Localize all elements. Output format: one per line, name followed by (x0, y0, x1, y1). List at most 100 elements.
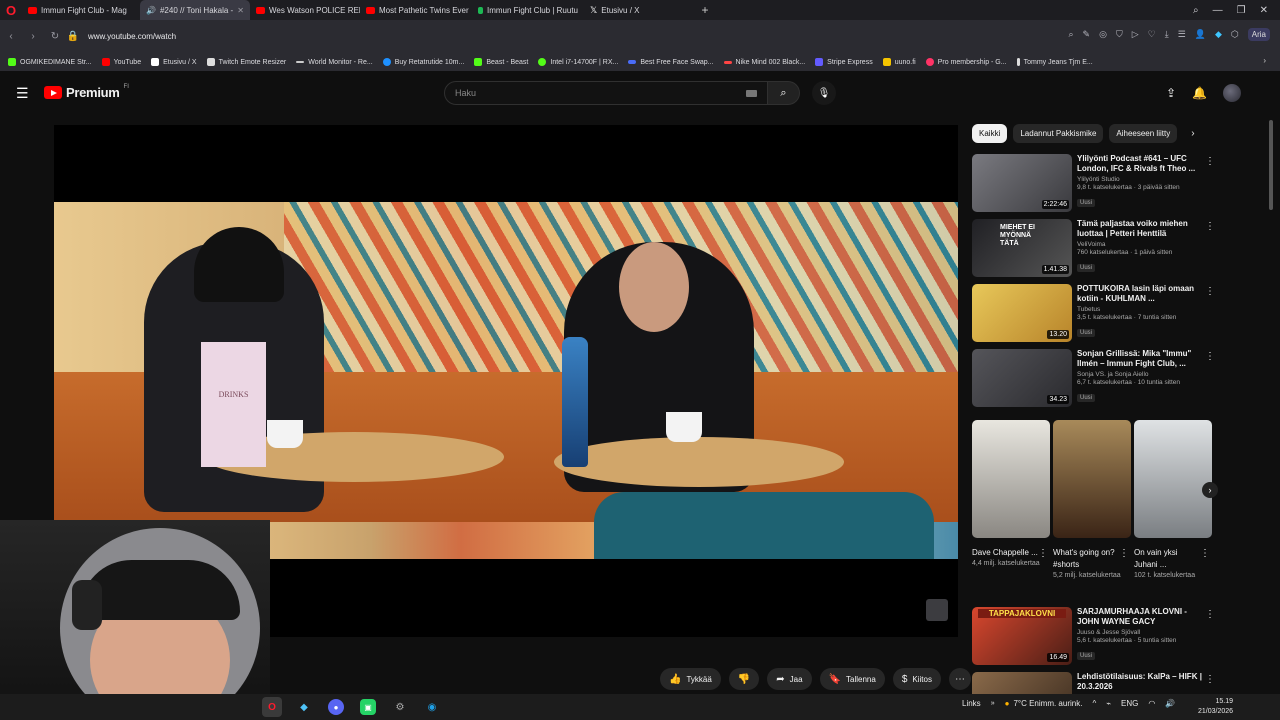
channel-watermark[interactable] (926, 599, 948, 621)
short-item[interactable]: On vain yksi Juhani ... 102 t. katseluke… (1134, 420, 1212, 581)
whatsapp-taskbar-icon[interactable]: ▣ (358, 697, 378, 717)
channel-name[interactable]: Tubetus (1077, 306, 1205, 313)
kebab-menu-icon[interactable]: ⋮ (1205, 351, 1215, 362)
video-thumbnail[interactable]: 34.23 (972, 349, 1072, 407)
more-actions-button[interactable]: ⋯ (948, 668, 971, 690)
bookmark-item[interactable]: Nike Mind 002 Black... (723, 59, 805, 66)
video-title[interactable]: POTTUKOIRA lasin läpi omaan kotiin - KUH… (1077, 284, 1205, 304)
bookmark-item[interactable]: Tommy Jeans Tjm E... (1016, 58, 1093, 66)
browser-tab[interactable]: Immun Fight Club - Mag (22, 0, 140, 20)
kebab-menu-icon[interactable]: ⋮ (1119, 548, 1129, 559)
profile-icon[interactable]: 👤 (1195, 29, 1206, 40)
menu-icon[interactable]: ☰ (16, 85, 29, 102)
discord-taskbar-icon[interactable]: ● (326, 697, 346, 717)
edge-taskbar-icon[interactable]: ◉ (422, 697, 442, 717)
network-icon[interactable]: ⌁ (1106, 699, 1111, 708)
video-title[interactable]: SARJAMURHAAJA KLOVNI - JOHN WAYNE GACY (1077, 607, 1205, 627)
chip-uploader[interactable]: Ladannut Pakkismike (1013, 124, 1104, 143)
back-button[interactable]: ‹ (0, 31, 22, 42)
video-thumbnail[interactable]: TAPPAJAKLOVNI 16.49 (972, 607, 1072, 665)
bookmark-item[interactable]: Etusivu / X (151, 58, 197, 66)
channel-name[interactable]: Juuso & Jesse Sjövall (1077, 629, 1205, 636)
bookmark-item[interactable]: Stripe Express (815, 58, 873, 66)
forward-button[interactable]: › (22, 31, 44, 42)
save-button[interactable]: 🔖 Tallenna (819, 668, 885, 690)
kebab-menu-icon[interactable]: ⋮ (1205, 609, 1215, 620)
notifications-bell-icon[interactable]: 🔔 (1192, 86, 1207, 100)
language-indicator[interactable]: ENG (1121, 699, 1138, 708)
avatar[interactable] (1223, 84, 1242, 102)
dislike-button[interactable]: 👎 (728, 668, 760, 690)
recommendation-item[interactable]: 34.23 Sonjan Grillissä: Mika "Immu" Ilmé… (972, 349, 1217, 407)
list-icon[interactable]: ☰ (1178, 29, 1186, 40)
kebab-menu-icon[interactable]: ⋮ (1205, 221, 1215, 232)
video-thumbnail[interactable]: MIEHET EI MYÖNNÄ TÄTÄ 1.41.38 (972, 219, 1072, 277)
video-title[interactable]: Lehdistötilaisuus: KalPa – HIFK | 20.3.2… (1077, 672, 1205, 692)
channel-name[interactable]: Sonja VS. ja Sonja Aiello (1077, 371, 1205, 378)
url-field[interactable]: www.youtube.com/watch (88, 32, 176, 41)
volume-icon[interactable]: 🔊 (1165, 699, 1175, 708)
kebab-menu-icon[interactable]: ⋮ (1038, 548, 1048, 559)
bookmark-item[interactable]: Beast - Beast (474, 58, 528, 66)
short-title[interactable]: What's going on? #shorts (1053, 547, 1121, 571)
links-label[interactable]: Links (962, 699, 981, 708)
bookmark-item[interactable]: Twitch Emote Resizer (206, 58, 286, 66)
minimize-button[interactable]: — (1213, 5, 1223, 16)
browser-tab-active[interactable]: 🔊 #240 // Toni Hakala - ✕ (140, 0, 250, 20)
weather-widget[interactable]: ● 7°C Enimm. aurink. (1005, 699, 1083, 708)
recommendation-item[interactable]: 2:22:46 Ylilyönti Podcast #641 – UFC Lon… (972, 154, 1217, 212)
heart-icon[interactable]: ♡ (1148, 29, 1156, 40)
app-taskbar-icon[interactable]: ◆ (294, 697, 314, 717)
kebab-menu-icon[interactable]: ⋮ (1205, 286, 1215, 297)
channel-name[interactable]: VeliVoima (1077, 241, 1205, 248)
wifi-icon[interactable]: ◠ (1148, 699, 1155, 708)
bookmark-item[interactable]: World Monitor - Re... (296, 59, 373, 66)
camera-icon[interactable]: ◎ (1099, 29, 1107, 40)
maximize-button[interactable]: ❐ (1237, 5, 1246, 16)
channel-name[interactable]: Ylilyönti Studio (1077, 176, 1205, 183)
edit-icon[interactable]: ✎ (1083, 29, 1091, 40)
aria-button[interactable]: Aria (1247, 28, 1270, 41)
close-tab-icon[interactable]: ✕ (237, 6, 244, 15)
thanks-button[interactable]: $ Kiitos (892, 668, 941, 690)
kebab-menu-icon[interactable]: ⋮ (1200, 548, 1210, 559)
browser-tab[interactable]: Most Pathetic Twins Ever (360, 0, 472, 20)
short-title[interactable]: Dave Chappelle ... (972, 547, 1040, 559)
bookmark-item[interactable]: YouTube (101, 58, 141, 66)
recommendation-item[interactable]: Lehdistötilaisuus: KalPa – HIFK | 20.3.2… (972, 672, 1217, 694)
reload-button[interactable]: ↻ (44, 31, 66, 42)
short-item[interactable]: What's going on? #shorts 5,2 milj. katse… (1053, 420, 1131, 581)
system-clock[interactable]: 15.19 21/03/2026 (1198, 697, 1233, 717)
share-button[interactable]: ➦ Jaa (767, 668, 812, 690)
settings-taskbar-icon[interactable]: ⚙ (390, 697, 410, 717)
shield-icon[interactable]: ⛉ (1116, 29, 1123, 40)
extension-icon[interactable]: ◆ (1215, 29, 1222, 40)
search-input[interactable]: Haku (444, 81, 768, 105)
cube-icon[interactable]: ⬡ (1231, 29, 1239, 40)
browser-tab[interactable]: Wes Watson POLICE REPO (250, 0, 360, 20)
recommendation-item[interactable]: 13.20 POTTUKOIRA lasin läpi omaan kotiin… (972, 284, 1217, 342)
bookmark-item[interactable]: Pro membership - G... (925, 58, 1007, 66)
bookmark-item[interactable]: Intel i7-14700F | RX... (538, 58, 618, 66)
chip-related[interactable]: Aiheeseen liitty (1109, 124, 1178, 143)
browser-tab[interactable]: Immun Fight Club | Ruutu (472, 0, 584, 20)
bookmark-item[interactable]: OGMIKEDIMANE Str... (8, 58, 92, 66)
upload-icon[interactable]: ⇪ (1166, 86, 1176, 100)
short-thumbnail[interactable] (1053, 420, 1131, 538)
opera-logo-icon[interactable]: O (0, 0, 22, 20)
download-icon[interactable]: ⤓ (1165, 29, 1169, 40)
video-title[interactable]: Ylilyönti Podcast #641 – UFC London, IFC… (1077, 154, 1205, 174)
video-title[interactable]: Tämä paljastaa voiko miehen luottaa | Pe… (1077, 219, 1205, 239)
recommendation-item[interactable]: MIEHET EI MYÖNNÄ TÄTÄ 1.41.38 Tämä palja… (972, 219, 1217, 277)
search-button[interactable]: ⌕ (768, 81, 800, 105)
chevron-right-icon[interactable]: › (1191, 128, 1194, 139)
short-title[interactable]: On vain yksi Juhani ... (1134, 547, 1202, 571)
recommendation-item[interactable]: TAPPAJAKLOVNI 16.49 SARJAMURHAAJA KLOVNI… (972, 607, 1217, 665)
close-window-button[interactable]: ✕ (1260, 5, 1268, 16)
new-tab-button[interactable]: + (696, 3, 714, 17)
short-thumbnail[interactable] (972, 420, 1050, 538)
opera-taskbar-icon[interactable]: O (262, 697, 282, 717)
video-thumbnail[interactable] (972, 672, 1072, 694)
youtube-logo[interactable]: Premium FI (44, 84, 129, 100)
kebab-menu-icon[interactable]: ⋮ (1205, 156, 1215, 167)
